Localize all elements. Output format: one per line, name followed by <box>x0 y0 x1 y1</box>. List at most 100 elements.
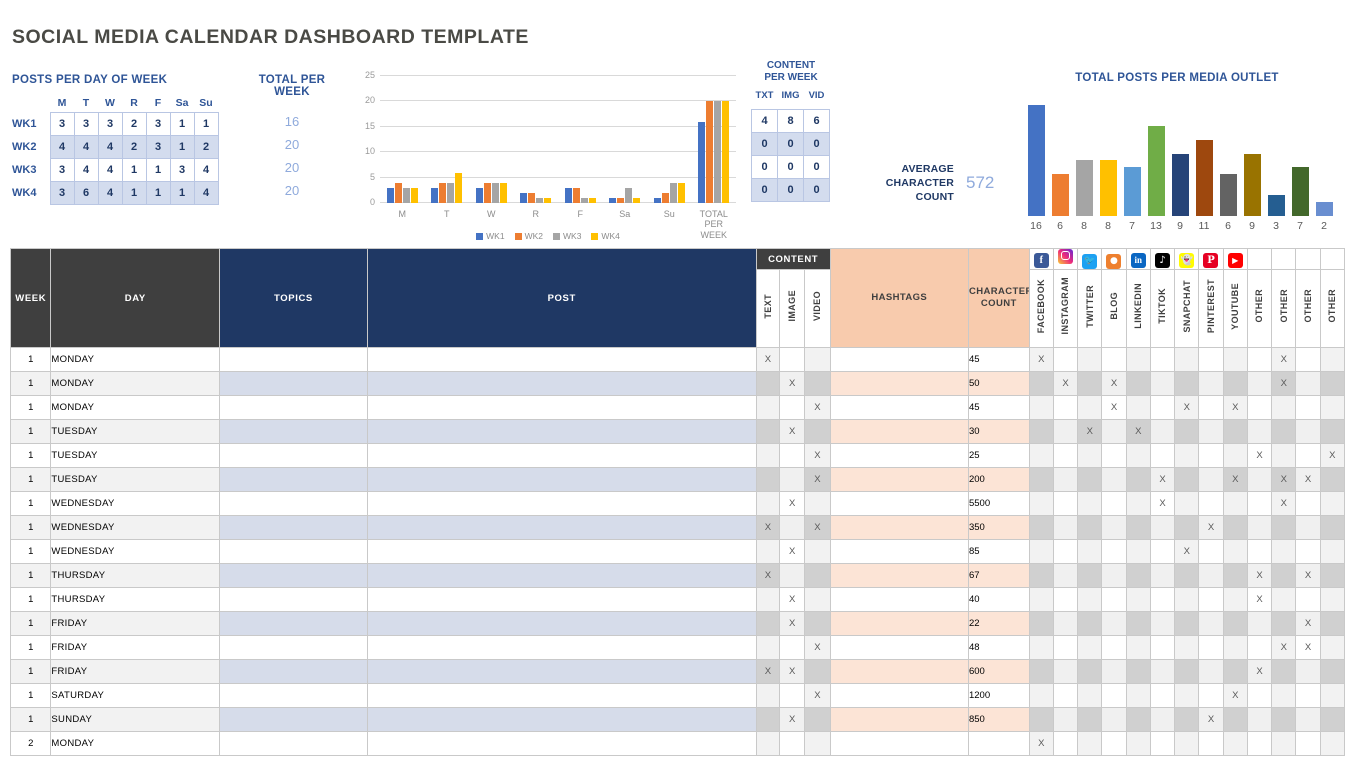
cell-day[interactable]: MONDAY <box>50 347 221 372</box>
cell-outlet-other[interactable] <box>1271 731 1297 756</box>
cell-day[interactable]: FRIDAY <box>50 635 221 660</box>
cell-hashtags[interactable] <box>829 635 969 660</box>
cell-content-text[interactable] <box>755 683 781 708</box>
col-header-outlet[interactable]: OTHER <box>1319 269 1346 348</box>
cell-character-count[interactable]: 350 <box>967 515 1030 540</box>
cell-outlet-youtube[interactable] <box>1222 443 1248 468</box>
cell-outlet-other[interactable] <box>1271 395 1297 420</box>
cell-outlet-other[interactable]: X <box>1271 635 1297 660</box>
cell-week[interactable]: 1 <box>9 371 52 396</box>
cell-content-video[interactable] <box>804 563 831 588</box>
cell-outlet-twitter[interactable] <box>1077 371 1103 396</box>
cpw-cell[interactable]: 0 <box>803 178 830 203</box>
cell-outlet-other[interactable]: X <box>1295 635 1321 660</box>
cell-outlet-tiktok[interactable] <box>1149 419 1176 444</box>
cell-outlet-other[interactable] <box>1246 683 1273 708</box>
cell-outlet-instagram[interactable] <box>1052 539 1079 564</box>
cell-content-text[interactable]: X <box>755 659 781 684</box>
cell-outlet-youtube[interactable]: X <box>1222 683 1248 708</box>
cell-topics[interactable] <box>219 731 368 756</box>
cell-outlet-tiktok[interactable] <box>1149 563 1176 588</box>
cell-outlet-blog[interactable] <box>1101 539 1127 564</box>
cell-outlet-linkedin[interactable] <box>1125 563 1151 588</box>
ppd-cell[interactable]: 4 <box>97 157 123 182</box>
cell-outlet-facebook[interactable] <box>1028 491 1054 516</box>
cell-content-video[interactable] <box>804 419 831 444</box>
ppd-cell[interactable]: 3 <box>97 111 123 136</box>
ppd-cell[interactable]: 4 <box>193 157 219 182</box>
cell-post[interactable] <box>366 563 757 588</box>
col-header-outlet[interactable]: TWITTER <box>1077 269 1103 348</box>
cell-hashtags[interactable] <box>829 467 969 492</box>
cpw-cell[interactable]: 0 <box>803 155 830 180</box>
cell-outlet-twitter[interactable] <box>1077 563 1103 588</box>
cell-outlet-youtube[interactable] <box>1222 563 1248 588</box>
cell-outlet-facebook[interactable] <box>1028 515 1054 540</box>
cpw-cell[interactable]: 4 <box>751 109 778 134</box>
cell-content-image[interactable] <box>779 515 806 540</box>
col-header-topics[interactable]: TOPICS <box>219 248 368 348</box>
cell-outlet-linkedin[interactable] <box>1125 635 1151 660</box>
cell-content-text[interactable] <box>755 587 781 612</box>
cell-topics[interactable] <box>219 347 368 372</box>
cell-day[interactable]: SATURDAY <box>50 683 221 708</box>
ppd-cell[interactable]: 4 <box>97 134 123 159</box>
cell-outlet-youtube[interactable] <box>1222 587 1248 612</box>
cell-content-text[interactable] <box>755 419 781 444</box>
cell-content-text[interactable] <box>755 371 781 396</box>
cell-week[interactable]: 1 <box>9 683 52 708</box>
cell-outlet-other[interactable]: X <box>1295 467 1321 492</box>
cell-outlet-snapchat[interactable] <box>1174 491 1200 516</box>
cell-character-count[interactable]: 1200 <box>967 683 1030 708</box>
cell-outlet-youtube[interactable] <box>1222 707 1248 732</box>
ppd-cell[interactable]: 4 <box>97 180 123 205</box>
cell-day[interactable]: SUNDAY <box>50 707 221 732</box>
cell-content-text[interactable]: X <box>755 563 781 588</box>
cell-outlet-linkedin[interactable]: X <box>1125 419 1151 444</box>
cell-outlet-twitter[interactable] <box>1077 443 1103 468</box>
ppd-cell[interactable]: 1 <box>145 157 171 182</box>
cell-content-video[interactable] <box>804 659 831 684</box>
cell-day[interactable]: WEDNESDAY <box>50 539 221 564</box>
cell-outlet-youtube[interactable] <box>1222 611 1248 636</box>
cell-outlet-linkedin[interactable] <box>1125 491 1151 516</box>
cell-outlet-instagram[interactable] <box>1052 395 1079 420</box>
ppd-cell[interactable]: 1 <box>169 180 195 205</box>
cell-topics[interactable] <box>219 371 368 396</box>
cell-outlet-other[interactable] <box>1271 707 1297 732</box>
cell-outlet-other[interactable] <box>1246 491 1273 516</box>
cell-content-text[interactable] <box>755 395 781 420</box>
cell-outlet-blog[interactable] <box>1101 683 1127 708</box>
cell-character-count[interactable]: 850 <box>967 707 1030 732</box>
cell-day[interactable]: MONDAY <box>50 731 221 756</box>
cell-outlet-other[interactable] <box>1295 515 1321 540</box>
cell-outlet-pinterest[interactable]: X <box>1198 515 1224 540</box>
cpw-cell[interactable]: 0 <box>751 178 778 203</box>
cell-outlet-instagram[interactable] <box>1052 659 1079 684</box>
cell-outlet-snapchat[interactable] <box>1174 635 1200 660</box>
cell-outlet-other[interactable]: X <box>1271 467 1297 492</box>
cell-week[interactable]: 1 <box>9 563 52 588</box>
cpw-cell[interactable]: 8 <box>777 109 804 134</box>
cell-outlet-pinterest[interactable]: X <box>1198 707 1224 732</box>
cell-outlet-tiktok[interactable] <box>1149 371 1176 396</box>
cell-content-video[interactable] <box>804 539 831 564</box>
cell-outlet-other[interactable] <box>1271 683 1297 708</box>
cell-outlet-blog[interactable] <box>1101 563 1127 588</box>
cell-hashtags[interactable] <box>829 707 969 732</box>
cell-outlet-other[interactable] <box>1271 539 1297 564</box>
cell-outlet-other[interactable] <box>1319 635 1346 660</box>
ppd-cell[interactable]: 4 <box>73 157 99 182</box>
cell-outlet-other[interactable] <box>1295 443 1321 468</box>
cell-outlet-twitter[interactable] <box>1077 467 1103 492</box>
cell-outlet-tiktok[interactable] <box>1149 611 1176 636</box>
ppd-cell[interactable]: 6 <box>73 180 99 205</box>
cell-outlet-blog[interactable] <box>1101 659 1127 684</box>
cell-outlet-pinterest[interactable] <box>1198 443 1224 468</box>
ppd-cell[interactable]: 3 <box>169 157 195 182</box>
cell-day[interactable]: FRIDAY <box>50 659 221 684</box>
cell-outlet-youtube[interactable] <box>1222 419 1248 444</box>
cell-outlet-linkedin[interactable] <box>1125 443 1151 468</box>
cell-outlet-instagram[interactable] <box>1052 611 1079 636</box>
cell-outlet-pinterest[interactable] <box>1198 563 1224 588</box>
